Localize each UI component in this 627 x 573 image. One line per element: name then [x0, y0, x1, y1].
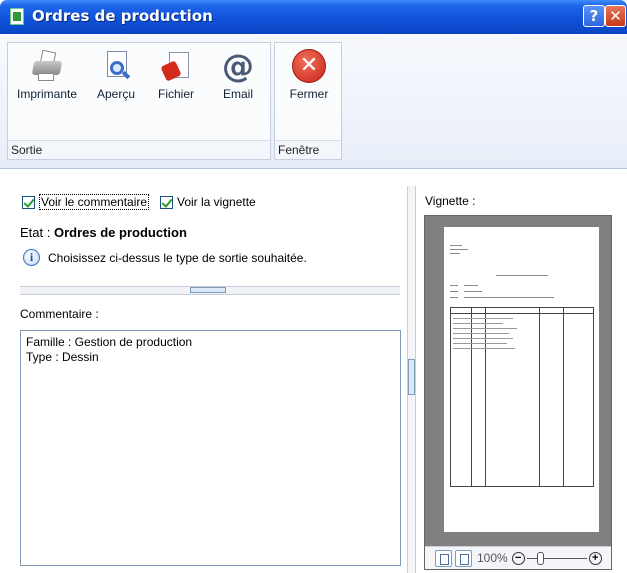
- window-close-button[interactable]: ✕: [605, 5, 626, 27]
- window-title: Ordres de production: [32, 7, 213, 25]
- file-export-icon: [159, 49, 193, 83]
- comment-textarea[interactable]: Famille : Gestion de production Type : D…: [20, 330, 401, 566]
- show-thumbnail-checkbox[interactable]: [160, 195, 173, 209]
- splitter-grip[interactable]: [190, 287, 226, 293]
- ribbon-group-fenetre: ✕ Fermer Fenêtre: [274, 42, 342, 160]
- close-icon: ✕: [292, 49, 326, 83]
- fit-page-button[interactable]: [435, 549, 452, 567]
- ribbon: Imprimante Aperçu Fichier @ Email Sortie…: [0, 34, 627, 169]
- vertical-splitter[interactable]: [407, 186, 416, 573]
- show-comment-checkbox-row[interactable]: Voir le commentaire: [22, 194, 150, 210]
- ribbon-group-caption: Fenêtre: [275, 140, 341, 159]
- email-button-label: Email: [222, 87, 253, 101]
- thumbnail-label: Vignette :: [425, 194, 476, 208]
- fit-width-button[interactable]: [455, 549, 472, 567]
- file-export-button[interactable]: Fichier: [148, 49, 204, 101]
- title-bar: Ordres de production ? ✕: [0, 0, 627, 34]
- etat-label: Etat :: [20, 225, 51, 240]
- close-window-button-label: Fermer: [289, 87, 329, 101]
- preview-icon: [99, 49, 133, 83]
- close-window-button[interactable]: ✕ Fermer: [281, 49, 337, 101]
- splitter-grip[interactable]: [408, 359, 415, 395]
- preview-button[interactable]: Aperçu: [88, 49, 144, 101]
- file-export-button-label: Fichier: [157, 87, 194, 101]
- comment-line: Type : Dessin: [26, 350, 99, 364]
- printer-button-label: Imprimante: [16, 87, 78, 101]
- help-button[interactable]: ?: [583, 5, 605, 27]
- printer-icon: [30, 49, 64, 83]
- zoom-in-icon[interactable]: +: [588, 551, 602, 565]
- ribbon-group-caption: Sortie: [8, 140, 270, 159]
- zoom-slider[interactable]: [526, 551, 587, 565]
- info-hint-text: Choisissez ci-dessus le type de sortie s…: [48, 250, 307, 265]
- show-thumbnail-label[interactable]: Voir la vignette: [177, 195, 256, 209]
- comment-label: Commentaire :: [20, 307, 99, 321]
- email-icon: @: [222, 47, 254, 85]
- email-button[interactable]: @ Email: [210, 49, 266, 101]
- etat-line: Etat : Ordres de production: [20, 225, 187, 240]
- show-comment-checkbox[interactable]: [22, 195, 35, 209]
- comment-line: Famille : Gestion de production: [26, 335, 193, 349]
- etat-value: Ordres de production: [53, 225, 187, 240]
- info-icon: i: [23, 249, 40, 266]
- zoom-out-icon[interactable]: −: [511, 551, 525, 565]
- printer-button[interactable]: Imprimante: [12, 49, 82, 101]
- show-comment-label[interactable]: Voir le commentaire: [39, 194, 150, 210]
- ribbon-group-sortie: Imprimante Aperçu Fichier @ Email Sortie: [7, 42, 271, 160]
- zoom-slider-thumb[interactable]: [536, 551, 544, 565]
- horizontal-splitter[interactable]: [20, 286, 400, 295]
- info-hint: i Choisissez ci-dessus le type de sortie…: [23, 249, 307, 266]
- thumbnail-preview: 100% − +: [424, 215, 612, 570]
- thumbnail-toolbar: 100% − +: [425, 546, 611, 569]
- app-icon: [10, 8, 24, 25]
- preview-button-label: Aperçu: [96, 87, 136, 101]
- zoom-level: 100%: [477, 551, 508, 565]
- thumbnail-page: [444, 227, 599, 532]
- show-thumbnail-checkbox-row[interactable]: Voir la vignette: [160, 194, 256, 210]
- thumbnail-table: [450, 307, 594, 487]
